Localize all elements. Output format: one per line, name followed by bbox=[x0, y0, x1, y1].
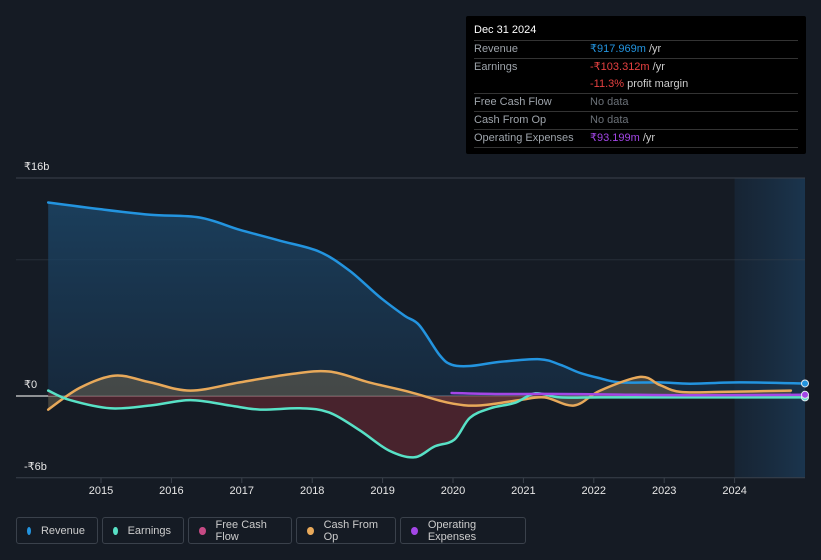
tooltip-row-free-cash-flow: Free Cash Flow No data bbox=[474, 94, 798, 112]
tooltip-value: No data bbox=[590, 96, 629, 108]
tooltip-unit: profit margin bbox=[624, 78, 689, 90]
x-tick-label: 2018 bbox=[300, 485, 324, 497]
x-tick-label: 2016 bbox=[159, 485, 183, 497]
x-tick-label: 2024 bbox=[722, 485, 746, 497]
tooltip-value: No data bbox=[590, 114, 629, 126]
tooltip-row-operating-expenses: Operating Expenses ₹93.199m /yr bbox=[474, 130, 798, 148]
y-axis-label: ₹16b bbox=[24, 161, 49, 173]
legend-dot-icon bbox=[27, 526, 31, 535]
legend-label: Earnings bbox=[127, 524, 171, 537]
revenue-endpoint-marker bbox=[801, 379, 809, 388]
tooltip-row-revenue: Revenue ₹917.969m /yr bbox=[474, 41, 798, 59]
tooltip-label: Operating Expenses bbox=[474, 132, 574, 144]
x-tick-label: 2020 bbox=[441, 485, 465, 497]
tooltip-label: Earnings bbox=[474, 61, 518, 73]
tooltip-unit: /yr bbox=[639, 132, 656, 144]
legend-item-operating-expenses[interactable]: Operating Expenses bbox=[400, 517, 526, 544]
legend-label: Cash From Op bbox=[323, 518, 378, 543]
x-tick-label: 2019 bbox=[370, 485, 394, 497]
x-tick-label: 2022 bbox=[582, 485, 606, 497]
legend-item-cash-from-op[interactable]: Cash From Op bbox=[296, 517, 396, 544]
tooltip-value: -₹103.312m bbox=[590, 61, 650, 73]
tooltip-unit: /yr bbox=[649, 61, 665, 73]
tooltip-unit: /yr bbox=[645, 43, 662, 55]
tooltip-value: ₹93.199m bbox=[590, 132, 640, 144]
legend-item-free-cash-flow[interactable]: Free Cash Flow bbox=[188, 517, 292, 544]
tooltip-value: ₹917.969m bbox=[590, 43, 646, 55]
y-axis-label: -₹6b bbox=[24, 461, 47, 473]
tooltip-panel: Dec 31 2024 Revenue ₹917.969m /yr Earnin… bbox=[466, 16, 806, 154]
tooltip-label: Cash From Op bbox=[474, 114, 547, 126]
operating-expenses-endpoint-marker bbox=[801, 390, 809, 399]
legend-dot-icon bbox=[113, 526, 118, 535]
chart-legend: Revenue Earnings Free Cash Flow Cash Fro… bbox=[16, 517, 526, 544]
tooltip-row-earnings: Earnings -₹103.312m /yr bbox=[474, 59, 798, 76]
tooltip-label bbox=[474, 76, 590, 93]
legend-dot-icon bbox=[199, 526, 206, 535]
y-axis-label: ₹0 bbox=[24, 379, 37, 391]
tooltip-value: -11.3% bbox=[590, 78, 625, 90]
tooltip-label: Revenue bbox=[474, 43, 519, 55]
legend-label: Free Cash Flow bbox=[215, 518, 267, 543]
revenue-area bbox=[48, 202, 805, 396]
legend-item-revenue[interactable]: Revenue bbox=[16, 517, 98, 544]
tooltip-row-profit-margin: -11.3% profit margin bbox=[474, 76, 798, 94]
tooltip-row-cash-from-op: Cash From Op No data bbox=[474, 112, 798, 130]
legend-item-earnings[interactable]: Earnings bbox=[102, 517, 184, 544]
tooltip-label: Free Cash Flow bbox=[474, 96, 552, 108]
x-tick-label: 2015 bbox=[89, 485, 113, 497]
legend-dot-icon bbox=[411, 526, 418, 535]
tooltip-date: Dec 31 2024 bbox=[474, 24, 798, 41]
legend-label: Operating Expenses bbox=[427, 518, 477, 543]
x-tick-label: 2021 bbox=[511, 485, 535, 497]
x-tick-label: 2017 bbox=[230, 485, 254, 497]
legend-label: Revenue bbox=[40, 524, 85, 537]
x-tick-label: 2023 bbox=[652, 485, 676, 497]
highlight-region bbox=[734, 178, 805, 478]
earnings-area bbox=[48, 390, 805, 458]
legend-dot-icon bbox=[307, 526, 314, 535]
